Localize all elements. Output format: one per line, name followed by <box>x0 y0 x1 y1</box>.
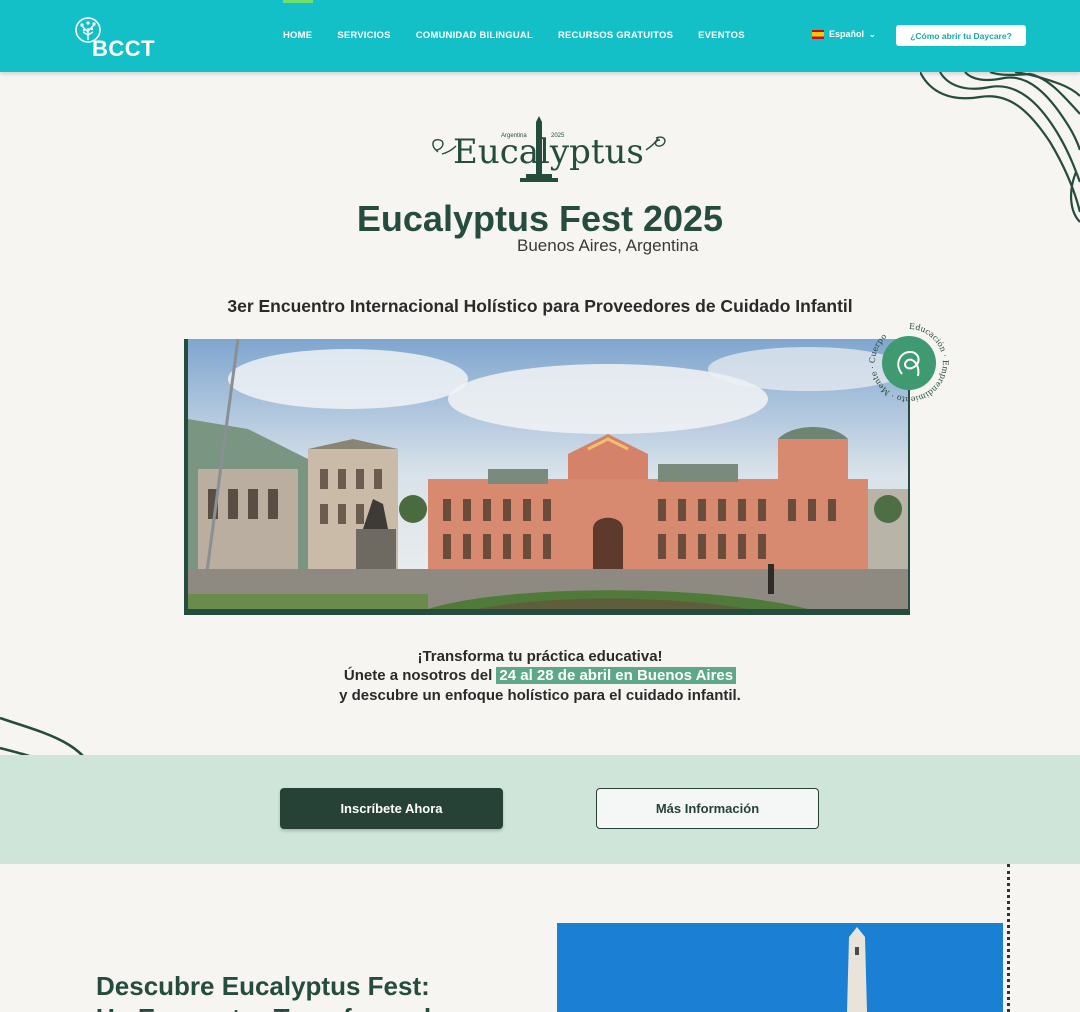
page-title: Eucalyptus Fest 2025 <box>356 198 724 239</box>
nav-item-eventos[interactable]: EVENTOS <box>698 30 745 41</box>
obelisco-photo <box>557 923 1003 1012</box>
promo-line-2: Únete a nosotros del 24 al 28 de abril e… <box>0 667 1080 684</box>
nav-item-home[interactable]: HOME <box>283 30 312 41</box>
register-now-button[interactable]: Inscríbete Ahora <box>280 788 503 829</box>
promo-line-1: ¡Transforma tu práctica educativa! <box>417 648 663 665</box>
language-selector[interactable]: Español ⌄ <box>812 29 876 39</box>
more-info-button[interactable]: Más Información <box>596 788 819 829</box>
promo-line-3: y descubre un enfoque holístico para el … <box>339 687 741 704</box>
fest-logo-word: Eucalyptus <box>453 132 644 172</box>
logo-text: BCCT <box>92 36 156 61</box>
spain-flag-icon <box>812 29 824 39</box>
page-subtitle: Buenos Aires, Argentina <box>517 236 699 255</box>
promo-line-2-prefix: Únete a nosotros del <box>343 667 493 684</box>
nav-active-indicator <box>283 0 313 3</box>
discover-title-line-1: Descubre Eucalyptus Fest: <box>96 971 430 1001</box>
language-label: Español <box>829 29 865 39</box>
dotted-divider <box>1007 864 1010 1012</box>
site-header: BCCT HOME SERVICIOS COMUNIDAD BILINGUAL … <box>0 0 1080 72</box>
event-dates-highlight: 24 al 28 de abril en Buenos Aires <box>496 667 737 684</box>
main-nav: HOME SERVICIOS COMUNIDAD BILINGUAL RECUR… <box>283 30 745 41</box>
cta-band <box>0 755 1080 864</box>
chevron-down-icon: ⌄ <box>869 29 876 39</box>
discover-title-line-2: Un Encuentro Transformador <box>96 1003 457 1012</box>
discover-title: Descubre Eucalyptus Fest: Un Encuentro T… <box>96 970 526 1012</box>
nav-item-recursos-gratuitos[interactable]: RECURSOS GRATUITOS <box>558 30 673 41</box>
fest-logo-country: Argentina <box>501 133 527 139</box>
nav-item-comunidad-bilingual[interactable]: COMUNIDAD BILINGUAL <box>416 30 533 41</box>
event-tagline: 3er Encuentro Internacional Holístico pa… <box>227 296 853 316</box>
fest-logo-year: 2025 <box>551 133 565 139</box>
holistic-badge-icon: Educación · Emprendimiento · Mente · Cue… <box>868 322 950 404</box>
open-daycare-button[interactable]: ¿Cómo abrir tu Daycare? <box>896 25 1026 46</box>
nav-item-servicios[interactable]: SERVICIOS <box>337 30 390 41</box>
casa-rosada-photo <box>188 339 908 609</box>
